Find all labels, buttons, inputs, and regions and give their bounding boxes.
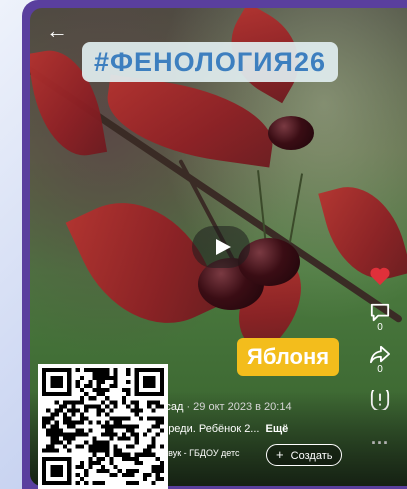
description-line: апереди. Ребёнок 2... Ещё [150, 423, 288, 435]
tag-label-overlay: Яблоня [237, 338, 340, 376]
plus-icon: + [276, 447, 284, 462]
cherry [268, 116, 314, 150]
comment-icon [370, 303, 390, 322]
share-count: 0 [377, 364, 383, 375]
arrow-left-icon[interactable]: ← [44, 20, 70, 42]
more-link[interactable]: Ещё [266, 423, 289, 435]
cherry-stem [288, 173, 304, 243]
share-button[interactable]: 0 [367, 344, 393, 376]
qr-code-icon [42, 368, 164, 485]
leaf [100, 74, 280, 168]
play-icon[interactable] [192, 226, 250, 268]
create-button[interactable]: + Создать [266, 444, 343, 466]
share-icon [369, 345, 390, 364]
comment-count: 0 [377, 322, 383, 333]
heart-icon [370, 267, 390, 286]
author-line[interactable]: ий сад · 29 окт 2023 в 20:14 [150, 401, 292, 413]
create-button-label: Создать [290, 450, 333, 462]
like-button[interactable] [367, 266, 393, 286]
post-date: · 29 окт 2023 в 20:14 [186, 401, 292, 413]
hashtag-overlay: #ФЕНОЛОГИЯ26 [82, 42, 338, 82]
qr-code [38, 364, 168, 489]
comment-button[interactable]: 0 [367, 302, 393, 334]
